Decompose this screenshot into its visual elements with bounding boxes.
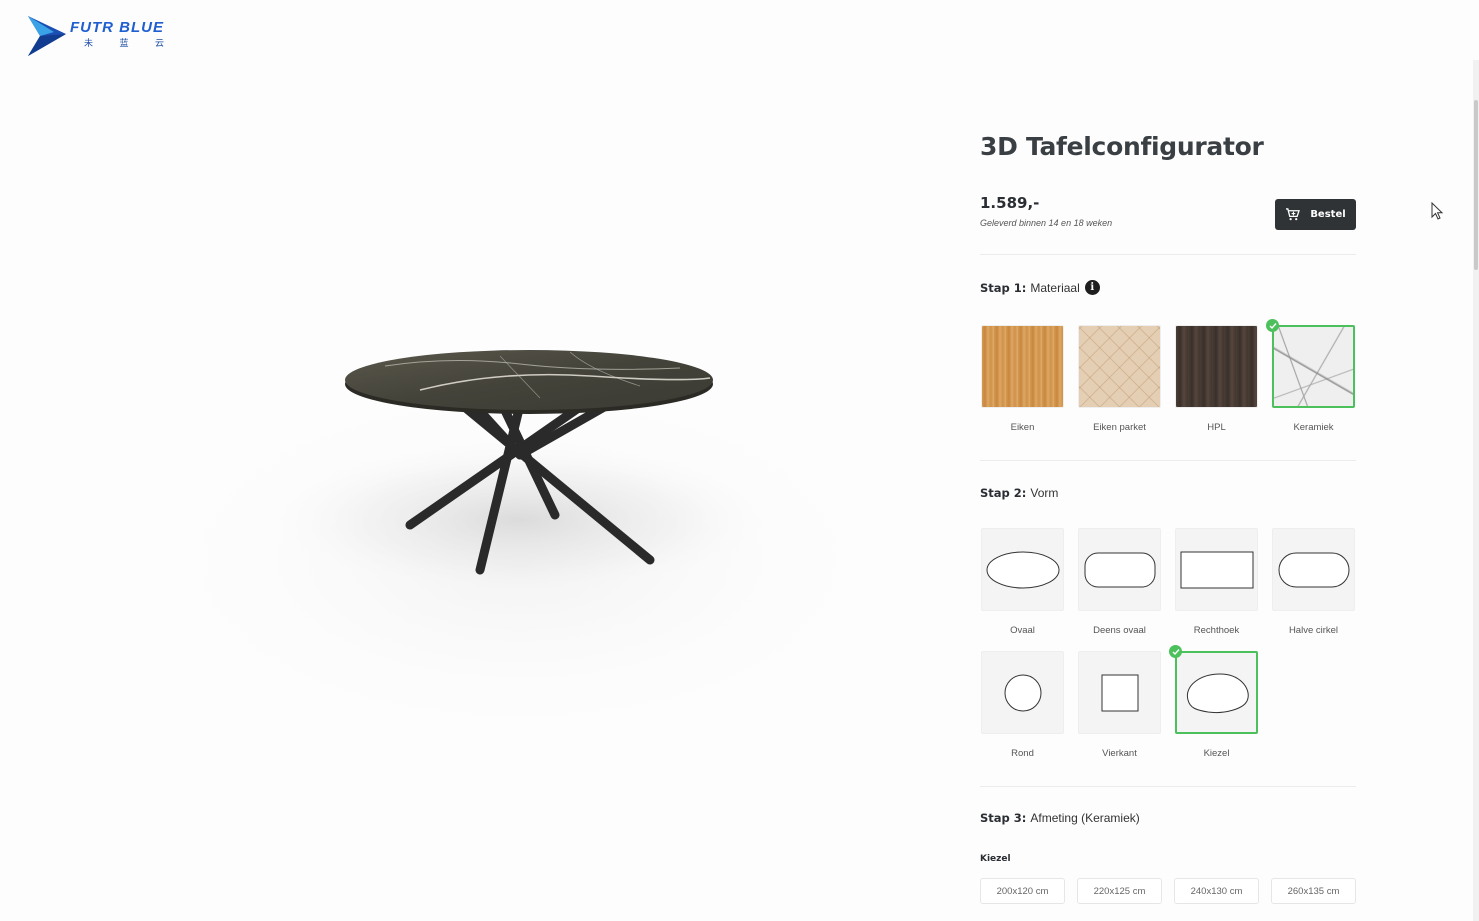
shape-label: Vierkant (1102, 748, 1137, 759)
info-icon[interactable]: i (1084, 280, 1100, 295)
material-swatch (1078, 325, 1161, 408)
material-label: Eiken (1010, 422, 1035, 433)
shape-label: Rechthoek (1193, 625, 1240, 636)
shape-option-deens-ovaal[interactable]: Deens ovaal (1077, 528, 1162, 636)
material-label: HPL (1207, 422, 1226, 433)
delivery-time: Geleverd binnen 14 en 18 weken (980, 218, 1113, 228)
step3-label: Stap 3: (980, 811, 1027, 825)
divider (980, 254, 1356, 255)
danish-oval-shape-icon (1084, 552, 1155, 587)
material-swatch (1266, 319, 1355, 408)
3d-viewer[interactable] (120, 260, 920, 780)
shape-tile (1078, 528, 1161, 611)
material-option-hpl[interactable]: HPL (1174, 325, 1259, 433)
page-scrollbar[interactable] (1473, 60, 1479, 921)
shape-tile (981, 651, 1064, 734)
step2-label: Stap 2: (980, 486, 1027, 500)
shape-label: Deens ovaal (1093, 625, 1146, 636)
step1-label: Stap 1: (980, 280, 1027, 295)
page-title: 3D Tafelconfigurator (980, 132, 1264, 161)
mouse-cursor-icon (1431, 202, 1444, 220)
shape-option-rechthoek[interactable]: Rechthoek (1174, 528, 1259, 636)
logo-arrow-icon (28, 16, 66, 56)
shape-tile (1175, 528, 1258, 611)
material-label: Keramiek (1293, 422, 1334, 433)
shape-tile (1272, 528, 1355, 611)
size-option[interactable]: 200x120 cm (980, 878, 1065, 904)
shape-label: Halve cirkel (1288, 625, 1339, 636)
half-circle-shape-icon (1278, 552, 1349, 587)
cart-icon (1286, 208, 1301, 221)
order-button[interactable]: Bestel (1275, 199, 1356, 230)
brand-subtitle: 未 蓝 云 (84, 38, 177, 48)
order-button-label: Bestel (1310, 209, 1346, 220)
check-icon (1266, 319, 1279, 332)
table-3d-model (130, 350, 910, 750)
shape-label: Rond (1011, 748, 1034, 759)
shape-option-ovaal[interactable]: Ovaal (980, 528, 1065, 636)
material-option-eiken-parket[interactable]: Eiken parket (1077, 325, 1162, 433)
material-label: Eiken parket (1093, 422, 1146, 433)
shape-label: Ovaal (1010, 625, 1035, 636)
step2-heading: Stap 2: Vorm (980, 486, 1058, 500)
divider (980, 460, 1356, 461)
shape-option-rond[interactable]: Rond (980, 651, 1065, 759)
shape-option-kiezel[interactable]: Kiezel (1169, 645, 1259, 759)
rectangle-shape-icon (1180, 551, 1253, 588)
divider (980, 786, 1356, 787)
material-option-eiken[interactable]: Eiken (980, 325, 1065, 433)
shape-tile (981, 528, 1064, 611)
step1-heading: Stap 1: Materiaal i (980, 280, 1100, 295)
pebble-shape-icon (1186, 672, 1249, 713)
round-shape-icon (1004, 674, 1041, 711)
brand-name: FUTR BLUE (70, 19, 164, 36)
step2-title: Vorm (1030, 486, 1059, 500)
shape-tile (1078, 651, 1161, 734)
price: 1.589,- (980, 194, 1040, 212)
size-option[interactable]: 220x125 cm (1077, 878, 1162, 904)
size-shape-label: Kiezel (980, 854, 1011, 864)
shape-label: Kiezel (1203, 748, 1230, 759)
size-option[interactable]: 260x135 cm (1271, 878, 1356, 904)
step3-heading: Stap 3: Afmeting (Keramiek) (980, 811, 1140, 825)
shape-option-vierkant[interactable]: Vierkant (1077, 651, 1162, 759)
shape-tile (1169, 645, 1258, 734)
material-swatch (1175, 325, 1258, 408)
check-icon (1169, 645, 1182, 658)
material-swatch (981, 325, 1064, 408)
material-option-keramiek[interactable]: Keramiek (1266, 319, 1356, 433)
scrollbar-thumb[interactable] (1474, 100, 1478, 270)
shape-option-halve-cirkel[interactable]: Halve cirkel (1271, 528, 1356, 636)
step1-title: Materiaal (1030, 280, 1080, 295)
square-shape-icon (1101, 674, 1138, 711)
size-option[interactable]: 240x130 cm (1174, 878, 1259, 904)
brand-logo[interactable]: FUTR BLUE 未 蓝 云 (24, 14, 204, 58)
step3-title: Afmeting (Keramiek) (1030, 811, 1140, 825)
oval-shape-icon (986, 551, 1059, 588)
